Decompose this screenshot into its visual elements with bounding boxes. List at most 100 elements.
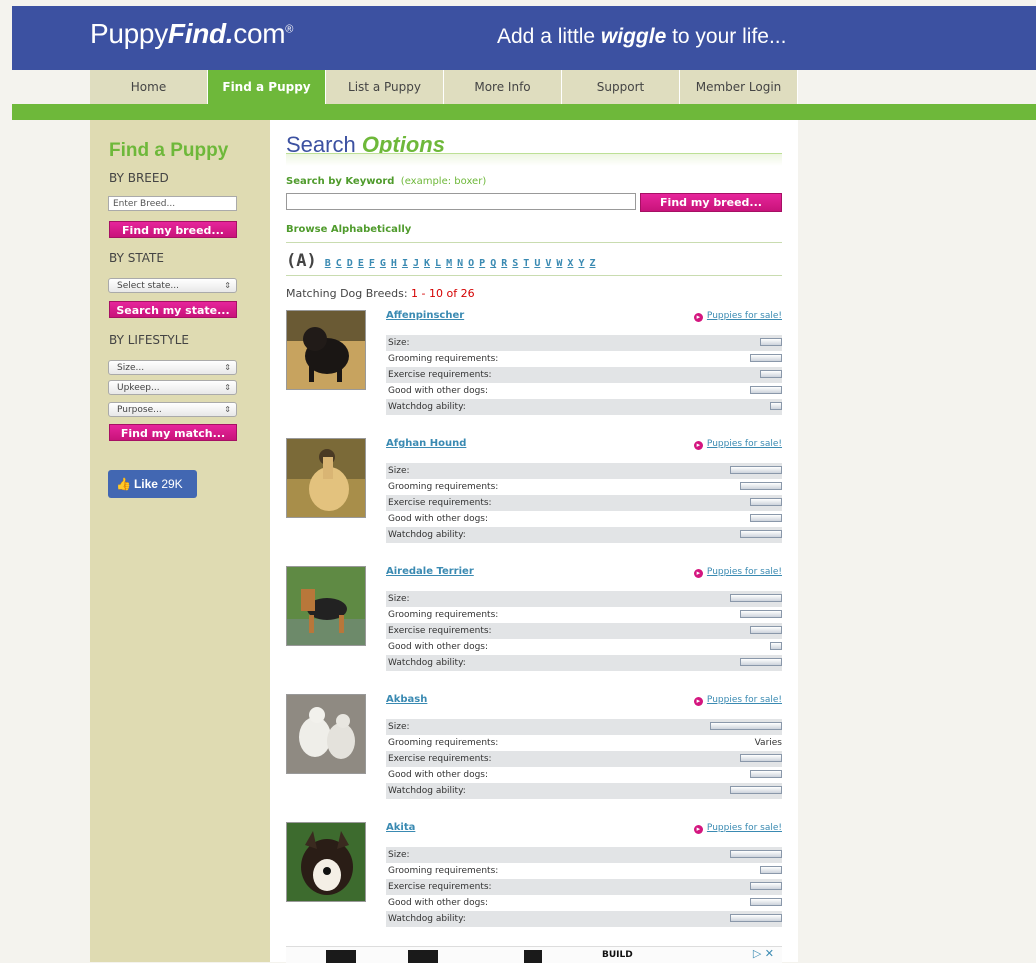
rating-bar (750, 514, 782, 522)
attribute-row: Good with other dogs: (386, 511, 782, 527)
facebook-like-button[interactable]: 👍 Like 29K (108, 470, 197, 498)
attribute-label: Exercise requirements: (388, 370, 492, 380)
letter-link-n[interactable]: N (457, 258, 463, 269)
puppies-for-sale-link[interactable]: ▸ Puppies for sale! (693, 439, 782, 450)
letter-link-f[interactable]: F (369, 258, 375, 269)
rating-bar (750, 898, 782, 906)
select-arrows-icon: ⇕ (224, 363, 231, 372)
find-breed-button[interactable]: Find my breed... (109, 221, 237, 238)
breed-photo[interactable] (286, 566, 366, 646)
nav-more-info[interactable]: More Info (444, 70, 562, 104)
letter-link-z[interactable]: Z (589, 258, 595, 269)
breed-name-link[interactable]: Affenpinscher (386, 310, 464, 321)
attribute-row: Size: (386, 847, 782, 863)
breed-name-link[interactable]: Afghan Hound (386, 438, 466, 449)
puppies-for-sale-label: Puppies for sale! (706, 439, 782, 449)
puppies-for-sale-label: Puppies for sale! (706, 311, 782, 321)
attribute-label: Size: (388, 722, 410, 732)
breed-card: Akbash ▸ Puppies for sale! Size: Grooming re… (286, 694, 782, 804)
attribute-row: Grooming requirements: (386, 607, 782, 623)
attribute-label: Grooming requirements: (388, 610, 499, 620)
puppies-for-sale-label: Puppies for sale! (706, 695, 782, 705)
nav-support[interactable]: Support (562, 70, 680, 104)
puppies-for-sale-label: Puppies for sale! (706, 567, 782, 577)
letter-link-c[interactable]: C (336, 258, 342, 269)
breed-photo[interactable] (286, 438, 366, 518)
letter-link-b[interactable]: B (325, 258, 331, 269)
breed-input[interactable]: Enter Breed... (108, 196, 237, 211)
rating-bar (760, 866, 782, 874)
by-lifestyle-heading: BY LIFESTYLE (109, 333, 189, 347)
alphabet-nav: (A) B C D E F G H I J K L M N O P Q R S T U V W X Y Z (286, 251, 601, 271)
attribute-label: Grooming requirements: (388, 354, 499, 364)
letter-link-o[interactable]: O (468, 258, 474, 269)
puppies-for-sale-link[interactable]: ▸ Puppies for sale! (693, 311, 782, 322)
attribute-row: Exercise requirements: (386, 623, 782, 639)
size-select[interactable]: Size... ⇕ (108, 360, 237, 375)
select-arrows-icon: ⇕ (224, 281, 231, 290)
letter-link-i[interactable]: I (402, 258, 408, 269)
attribute-row: Good with other dogs: (386, 383, 782, 399)
letter-link-v[interactable]: V (545, 258, 551, 269)
breed-card: Affenpinscher ▸ Puppies for sale! Size: Groo… (286, 310, 782, 420)
letter-link-t[interactable]: T (523, 258, 529, 269)
rating-bar (740, 530, 782, 538)
attribute-label: Good with other dogs: (388, 386, 489, 396)
letter-link-h[interactable]: H (391, 258, 397, 269)
attribute-row: Exercise requirements: (386, 367, 782, 383)
rating-bar (760, 370, 782, 378)
letter-link-k[interactable]: K (424, 258, 430, 269)
letter-link-m[interactable]: M (446, 258, 452, 269)
rating-bar (740, 482, 782, 490)
attribute-row: Watchdog ability: (386, 399, 782, 415)
letter-link-p[interactable]: P (479, 258, 485, 269)
letter-link-g[interactable]: G (380, 258, 386, 269)
letter-link-r[interactable]: R (501, 258, 507, 269)
attribute-label: Size: (388, 850, 410, 860)
breed-name-link[interactable]: Airedale Terrier (386, 566, 474, 577)
letter-link-j[interactable]: J (413, 258, 419, 269)
upkeep-select[interactable]: Upkeep... ⇕ (108, 380, 237, 395)
state-select[interactable]: Select state... ⇕ (108, 278, 237, 293)
ad-image (326, 950, 356, 963)
breed-photo[interactable] (286, 310, 366, 390)
rating-bar (750, 498, 782, 506)
nav-list-a-puppy[interactable]: List a Puppy (326, 70, 444, 104)
divider (286, 242, 782, 243)
find-match-button[interactable]: Find my match... (109, 424, 237, 441)
rating-bar (770, 642, 782, 650)
rating-bar (730, 786, 782, 794)
search-state-button[interactable]: Search my state... (109, 301, 237, 318)
attribute-row: Size: (386, 719, 782, 735)
letter-link-u[interactable]: U (534, 258, 540, 269)
advertisement-banner[interactable]: BUILD ▷ ✕ (286, 946, 782, 963)
rating-bar (750, 354, 782, 362)
nav-find-a-puppy[interactable]: Find a Puppy (208, 70, 326, 104)
letter-link-l[interactable]: L (435, 258, 441, 269)
letter-link-s[interactable]: S (512, 258, 518, 269)
attribute-label: Watchdog ability: (388, 914, 466, 924)
letter-link-e[interactable]: E (358, 258, 364, 269)
ad-choices-close-icon[interactable]: ▷ ✕ (753, 947, 774, 960)
breed-name-link[interactable]: Akita (386, 822, 415, 833)
breed-name-link[interactable]: Akbash (386, 694, 427, 705)
puppies-for-sale-link[interactable]: ▸ Puppies for sale! (693, 567, 782, 578)
letter-link-x[interactable]: X (567, 258, 573, 269)
letter-link-q[interactable]: Q (490, 258, 496, 269)
keyword-find-button[interactable]: Find my breed... (640, 193, 782, 212)
puppies-for-sale-link[interactable]: ▸ Puppies for sale! (693, 823, 782, 834)
rating-bar (760, 338, 782, 346)
breed-photo[interactable] (286, 694, 366, 774)
letter-link-d[interactable]: D (347, 258, 353, 269)
purpose-select[interactable]: Purpose... ⇕ (108, 402, 237, 417)
breed-photo[interactable] (286, 822, 366, 902)
nav-home[interactable]: Home (90, 70, 208, 104)
site-logo[interactable]: PuppyFind.com® (90, 18, 293, 50)
puppies-for-sale-link[interactable]: ▸ Puppies for sale! (693, 695, 782, 706)
attribute-row: Size: (386, 335, 782, 351)
nav-member-login[interactable]: Member Login (680, 70, 798, 104)
keyword-input[interactable] (286, 193, 636, 210)
letter-link-w[interactable]: W (556, 258, 562, 269)
letter-link-y[interactable]: Y (578, 258, 584, 269)
attribute-label: Good with other dogs: (388, 770, 489, 780)
